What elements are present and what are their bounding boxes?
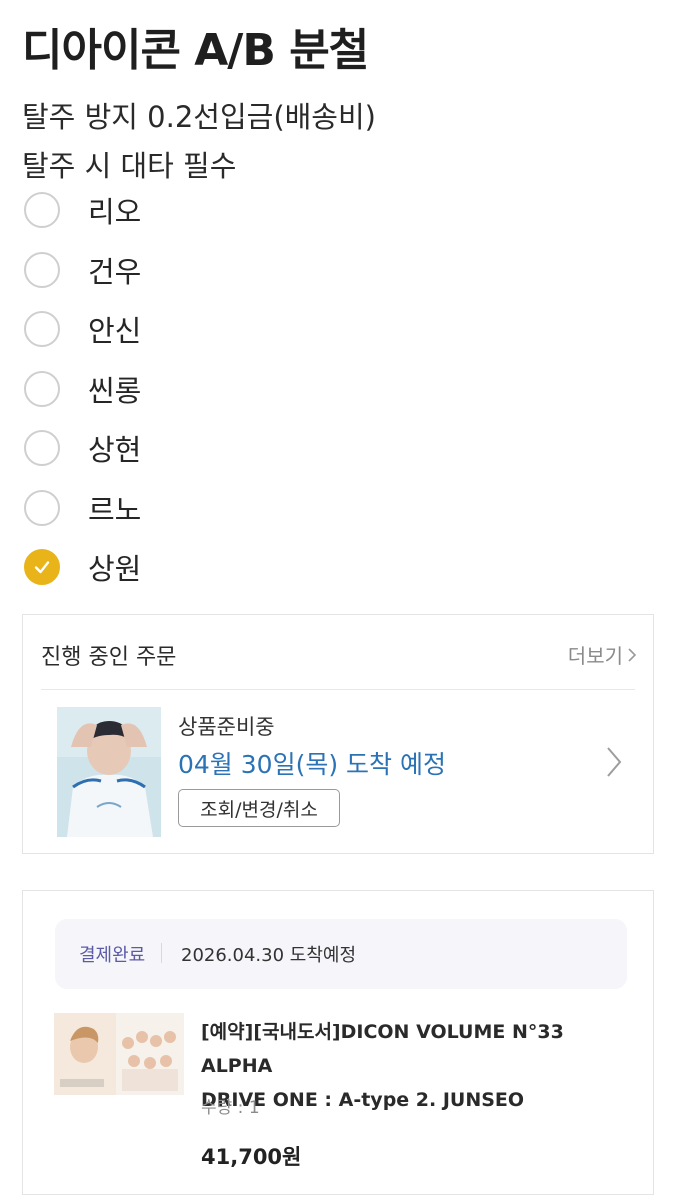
radio-circle[interactable] (24, 192, 60, 228)
radio-circle[interactable] (24, 252, 60, 288)
page-title: 디아이콘 A/B 분철 (22, 25, 369, 76)
subtitle-substitute: 탈주 시 대타 필수 (22, 149, 237, 183)
option-label: 상현 (88, 433, 142, 467)
option-label: 상원 (88, 552, 142, 586)
ongoing-order-title: 진행 중인 주문 (41, 645, 177, 670)
product-name-line1: [예약][국내도서]DICON VOLUME N°33 ALPHA (201, 1021, 564, 1077)
product-name-line2: DRIVE ONE : A-type 2. JUNSEO (201, 1089, 525, 1111)
payment-status: 결제완료 (79, 945, 146, 966)
payment-order-card: 결제완료 2026.04.30 도착예정 [예약][국내도서]DICON VOL… (22, 890, 654, 1195)
option-sanghyun[interactable]: 상현 (24, 428, 141, 468)
product-name[interactable]: [예약][국내도서]DICON VOLUME N°33 ALPHA DRIVE … (201, 1015, 641, 1117)
more-link[interactable]: 더보기 (568, 640, 637, 669)
option-geonwoo[interactable]: 건우 (24, 250, 141, 290)
more-label: 더보기 (567, 644, 623, 668)
option-label: 안신 (88, 314, 142, 348)
payment-status-bar: 결제완료 2026.04.30 도착예정 (55, 919, 627, 989)
order-product-thumbnail[interactable] (57, 707, 161, 837)
subtitle-deposit: 탈주 방지 0.2선입금(배송비) (22, 100, 376, 134)
check-icon (34, 561, 50, 574)
option-label: 씬롱 (88, 374, 142, 408)
radio-circle[interactable] (24, 371, 60, 407)
book-thumbnail[interactable] (54, 1013, 184, 1095)
arrival-date: 2026.04.30 도착예정 (181, 945, 357, 966)
radio-circle[interactable] (24, 311, 60, 347)
option-sangwon[interactable]: 상원 (24, 547, 141, 587)
delivery-eta: 04월 30일(목) 도착 예정 (178, 750, 446, 779)
option-label: 르노 (88, 493, 142, 527)
lookup-change-cancel-button[interactable]: 조회/변경/취소 (178, 789, 340, 827)
option-label: 리오 (88, 195, 142, 229)
radio-circle[interactable] (24, 490, 60, 526)
order-status: 상품준비중 (178, 715, 275, 739)
chevron-right-icon (628, 647, 637, 662)
option-rio[interactable]: 리오 (24, 190, 141, 230)
radio-circle[interactable] (24, 430, 60, 466)
radio-checked[interactable] (24, 549, 60, 585)
divider (161, 943, 162, 963)
option-sseonlong[interactable]: 씬롱 (24, 369, 141, 409)
quantity: 수량 : 1 (201, 1098, 260, 1118)
divider (41, 689, 635, 690)
chevron-right-icon[interactable] (605, 745, 623, 779)
option-reuno[interactable]: 르노 (24, 488, 141, 528)
price: 41,700원 (201, 1145, 302, 1169)
option-label: 건우 (88, 255, 142, 289)
option-ansin[interactable]: 안신 (24, 309, 141, 349)
ongoing-order-card: 진행 중인 주문 더보기 상품준비중 04월 30일(목) 도착 예정 조회/변… (22, 614, 654, 854)
